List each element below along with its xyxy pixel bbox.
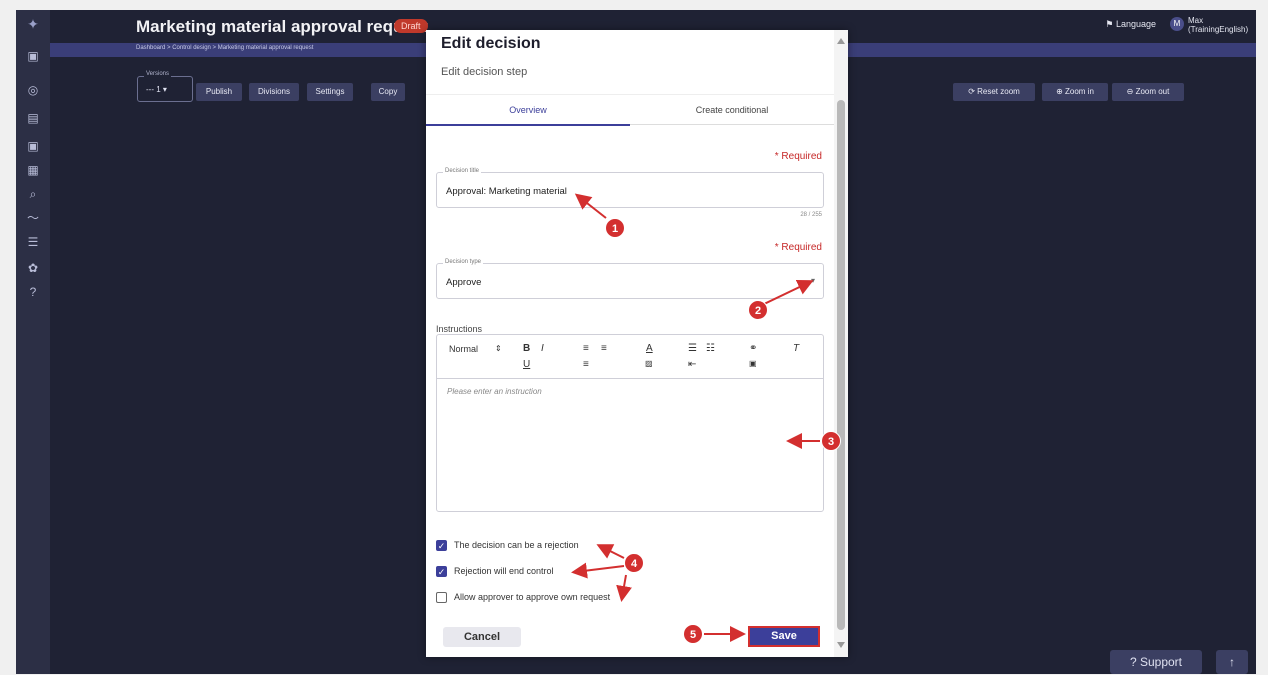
versions-label: Versions	[144, 71, 172, 77]
decision-type-value: Approve	[446, 277, 482, 288]
decision-title-field[interactable]: Decision title Approval: Marketing mater…	[436, 168, 824, 208]
app-logo: ✦	[27, 16, 39, 32]
instructions-label: Instructions	[436, 324, 483, 334]
decision-title-label: Decision title	[443, 168, 482, 174]
instructions-placeholder: Please enter an instruction	[447, 387, 542, 396]
avatar[interactable]: M	[1170, 17, 1184, 31]
dialog-scrollbar[interactable]	[834, 30, 848, 657]
italic-icon[interactable]: I	[541, 343, 544, 354]
zoom-in-button[interactable]: ⊕ Zoom in	[1042, 83, 1108, 101]
copy-button[interactable]: Copy	[371, 83, 405, 101]
format-select-arrow-icon[interactable]: ⇕	[495, 344, 502, 353]
sliders-icon[interactable]: ☰	[25, 234, 41, 250]
trend-icon[interactable]: 〜	[25, 210, 41, 226]
divisions-button[interactable]: Divisions	[249, 83, 299, 101]
check-icon[interactable]: ✓	[436, 540, 447, 551]
check-icon[interactable]: ✓	[436, 566, 447, 577]
decision-title-value: Approval: Marketing material	[446, 186, 567, 197]
breadcrumb[interactable]: Dashboard > Control design > Marketing m…	[136, 45, 313, 51]
versions-value: --- 1 ▾	[146, 85, 167, 94]
annotation-marker: 1	[605, 218, 625, 238]
support-label: Support	[1139, 655, 1183, 669]
tab-create-conditional[interactable]: Create conditional	[630, 95, 834, 126]
checkbox-box[interactable]	[436, 592, 447, 603]
decision-type-select[interactable]: Decision type Approve ▾	[436, 259, 824, 299]
annotation-marker: 4	[624, 553, 644, 573]
language-button[interactable]: ⚑ Language	[1105, 19, 1156, 30]
support-button[interactable]: ? Support	[1110, 650, 1202, 674]
indent-icon[interactable]: ⇤	[688, 359, 696, 370]
clear-format-icon[interactable]: T	[793, 343, 799, 354]
link-icon[interactable]: ⚭	[749, 343, 757, 354]
settings-button[interactable]: Settings	[307, 83, 353, 101]
settings-icon[interactable]: ✿	[25, 260, 41, 276]
zoom-out-button[interactable]: ⊖ Zoom out	[1112, 83, 1184, 101]
annotation-marker: 2	[748, 300, 768, 320]
scroll-top-button[interactable]: ↑	[1216, 650, 1248, 674]
scroll-down-arrow-icon[interactable]	[837, 642, 845, 648]
underline-icon[interactable]: U	[523, 359, 530, 370]
checkbox-label: The decision can be a rejection	[454, 540, 579, 550]
scrollbar-thumb[interactable]	[837, 100, 845, 630]
dialog-tabs: Overview Create conditional	[426, 94, 834, 126]
sidebar: ✦ ▣ ◎ ▤ ▣ ▦ ⌕ 〜 ☰ ✿ ?	[16, 10, 50, 674]
align-center-icon[interactable]: ≡	[601, 343, 607, 354]
character-count: 28 / 255	[800, 212, 822, 218]
scroll-up-arrow-icon[interactable]	[837, 38, 845, 44]
instructions-editor[interactable]: Normal ⇕ B I U ≡ ≡ ≡ A ▨ ☰ ☷ ⇤ ⚭ ▣ T Ple…	[436, 334, 824, 512]
required-note: * Required	[774, 151, 822, 162]
reset-zoom-button[interactable]: ⟳ Reset zoom	[953, 83, 1035, 101]
language-label: Language	[1115, 19, 1156, 29]
help-icon[interactable]: ?	[25, 284, 41, 300]
decision-type-label: Decision type	[443, 259, 484, 265]
check-circle-icon[interactable]: ◎	[25, 82, 41, 98]
align-right-icon[interactable]: ≡	[583, 359, 589, 370]
page-title: Marketing material approval request	[136, 17, 428, 36]
annotation-marker: 5	[683, 624, 703, 644]
save-button[interactable]: Save	[748, 626, 820, 647]
image-icon[interactable]: ▣	[749, 359, 757, 368]
library-icon[interactable]: ▦	[25, 162, 41, 178]
bold-icon[interactable]: B	[523, 343, 530, 354]
reset-zoom-label: Reset zoom	[977, 87, 1020, 96]
publish-button[interactable]: Publish	[196, 83, 242, 101]
dashboard-icon[interactable]: ▣	[25, 48, 41, 64]
annotation-marker: 3	[821, 431, 841, 451]
status-badge: Draft	[394, 19, 428, 33]
required-note: * Required	[774, 242, 822, 253]
zoom-out-label: Zoom out	[1135, 87, 1170, 96]
align-left-icon[interactable]: ≡	[583, 343, 589, 354]
search-icon[interactable]: ⌕	[25, 186, 41, 202]
editor-toolbar: Normal ⇕ B I U ≡ ≡ ≡ A ▨ ☰ ☷ ⇤ ⚭ ▣ T	[437, 335, 823, 379]
chat-icon[interactable]: ▤	[25, 110, 41, 126]
zoom-in-label: Zoom in	[1065, 87, 1094, 96]
dialog-title: Edit decision	[441, 35, 541, 52]
numbered-list-icon[interactable]: ☷	[706, 343, 715, 354]
text-color-icon[interactable]: A	[646, 343, 653, 354]
dialog-subtitle: Edit decision step	[441, 66, 528, 78]
cancel-button[interactable]: Cancel	[443, 627, 521, 647]
versions-select[interactable]: Versions --- 1 ▾	[137, 71, 193, 102]
tab-overview[interactable]: Overview	[426, 95, 630, 126]
background-color-icon[interactable]: ▨	[645, 359, 653, 368]
user-name[interactable]: Max (TrainingEnglish)	[1188, 16, 1250, 34]
checkbox-label: Rejection will end control	[454, 566, 554, 576]
format-select[interactable]: Normal	[449, 344, 478, 354]
report-icon[interactable]: ▣	[25, 138, 41, 154]
bullet-list-icon[interactable]: ☰	[688, 343, 697, 354]
checkbox-label: Allow approver to approve own request	[454, 592, 611, 602]
chevron-down-icon[interactable]: ▾	[811, 276, 815, 285]
